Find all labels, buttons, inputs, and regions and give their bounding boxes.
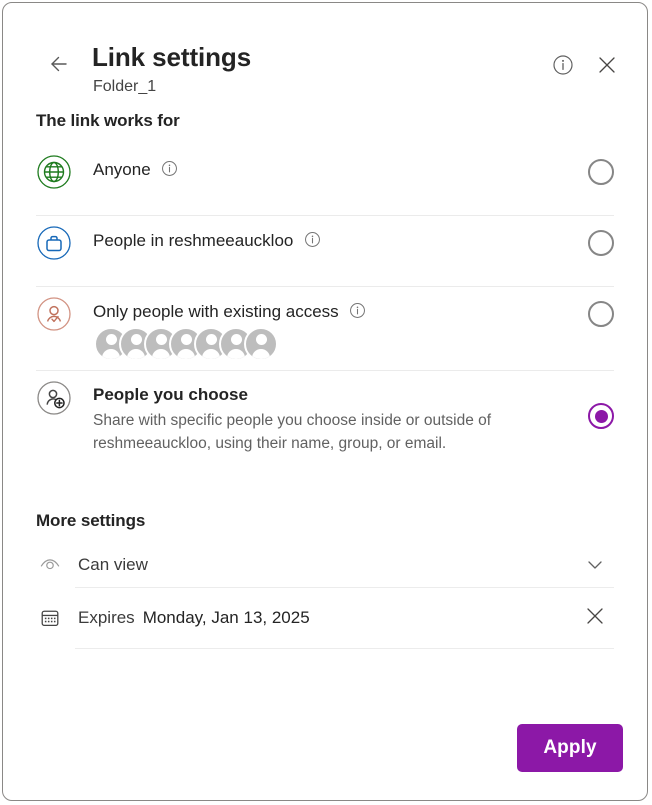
option-existing-access-body: Only people with existing access bbox=[72, 295, 578, 362]
permission-dropdown[interactable]: Can view bbox=[36, 543, 614, 587]
close-button[interactable] bbox=[593, 53, 621, 81]
expiration-clear-button[interactable] bbox=[582, 605, 608, 631]
dialog-footer: Apply bbox=[517, 724, 623, 772]
option-people-you-choose-description: Share with specific people you choose in… bbox=[93, 412, 492, 452]
option-people-in-org-label: People in reshmeeauckloo bbox=[93, 231, 294, 250]
option-people-you-choose-label: People you choose bbox=[93, 385, 248, 404]
info-icon bbox=[552, 54, 574, 81]
item-name: Folder_1 bbox=[93, 78, 157, 95]
arrow-left-icon bbox=[45, 51, 71, 82]
expiration-row[interactable]: Expires Monday, Jan 13, 2025 bbox=[36, 588, 614, 648]
expiration-value[interactable]: Monday, Jan 13, 2025 bbox=[135, 608, 310, 628]
permission-value: Can view bbox=[78, 555, 148, 574]
existing-access-info-icon[interactable] bbox=[349, 302, 366, 324]
option-existing-access[interactable]: Only people with existing access bbox=[36, 287, 614, 370]
briefcase-icon bbox=[36, 225, 72, 261]
person-add-icon bbox=[36, 380, 72, 416]
apply-button[interactable]: Apply bbox=[517, 724, 623, 772]
option-people-you-choose[interactable]: People you choose Share with specific pe… bbox=[36, 371, 614, 471]
link-works-for-heading: The link works for bbox=[36, 111, 180, 130]
avatar bbox=[244, 327, 278, 361]
chevron-down-icon[interactable] bbox=[586, 557, 604, 578]
header-info-button[interactable] bbox=[549, 53, 577, 81]
radio-existing-access[interactable] bbox=[588, 301, 614, 327]
option-people-you-choose-body: People you choose Share with specific pe… bbox=[72, 379, 578, 455]
radio-people-you-choose[interactable] bbox=[588, 403, 614, 429]
option-people-in-org-body: People in reshmeeauckloo bbox=[72, 224, 578, 253]
eye-icon bbox=[36, 554, 64, 576]
person-check-icon bbox=[36, 296, 72, 332]
radio-anyone[interactable] bbox=[588, 159, 614, 185]
globe-icon bbox=[36, 154, 72, 190]
dialog-header: Link settings Folder_1 bbox=[3, 3, 647, 111]
more-settings-section: More settings Can view Expires Monday, J… bbox=[3, 511, 647, 649]
close-icon bbox=[596, 54, 618, 81]
option-people-in-org[interactable]: People in reshmeeauckloo bbox=[36, 216, 614, 286]
radio-people-in-org[interactable] bbox=[588, 230, 614, 256]
expiration-label: Expires bbox=[78, 608, 135, 627]
close-icon bbox=[584, 605, 606, 632]
calendar-icon bbox=[36, 607, 64, 629]
option-existing-access-label: Only people with existing access bbox=[93, 302, 339, 321]
back-button[interactable] bbox=[41, 49, 75, 83]
link-audience-options: Anyone People in reshmeeauckloo Only peo… bbox=[3, 145, 647, 471]
option-anyone-body: Anyone bbox=[72, 153, 578, 182]
option-anyone-label: Anyone bbox=[93, 160, 151, 179]
divider bbox=[75, 648, 614, 649]
people-in-org-info-icon[interactable] bbox=[304, 231, 321, 253]
link-settings-dialog: Link settings Folder_1 The link works fo… bbox=[2, 2, 648, 801]
option-anyone[interactable]: Anyone bbox=[36, 145, 614, 215]
page-title: Link settings bbox=[92, 42, 252, 72]
existing-access-avatar-stack[interactable] bbox=[94, 326, 578, 362]
more-settings-heading: More settings bbox=[36, 511, 146, 530]
anyone-info-icon[interactable] bbox=[161, 160, 178, 182]
